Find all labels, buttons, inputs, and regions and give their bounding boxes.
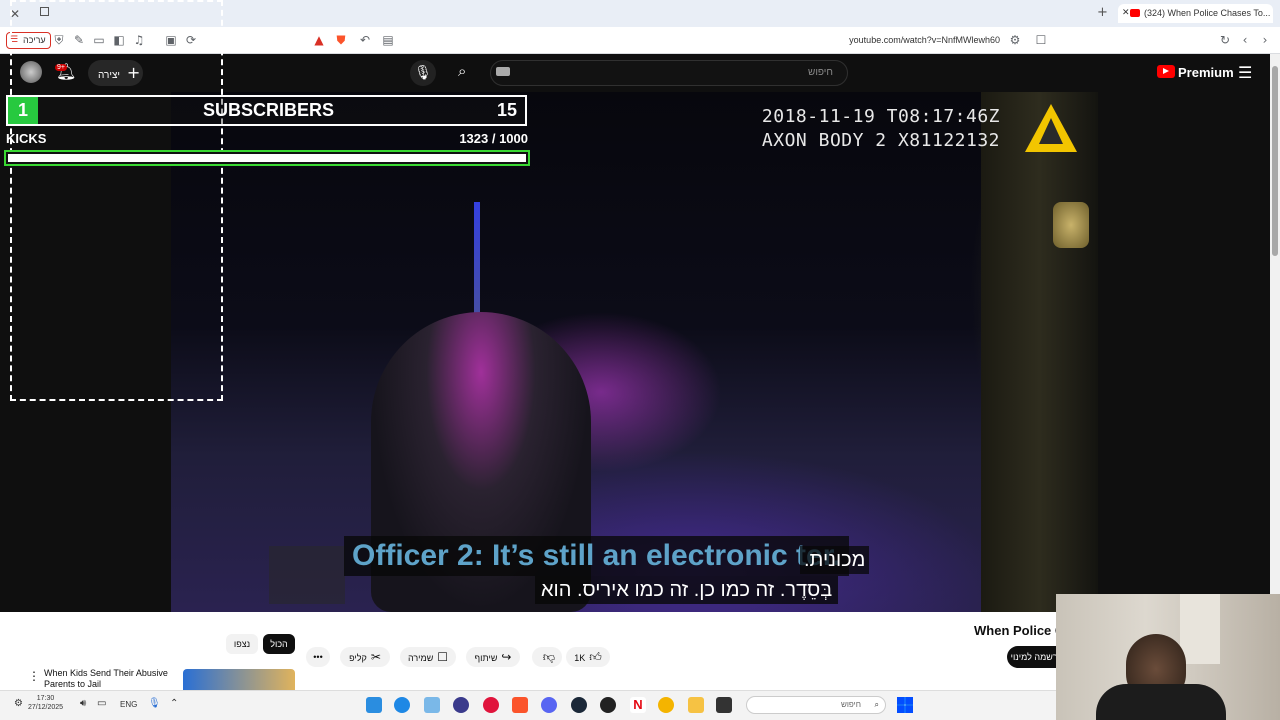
timestamp-line2: AXON BODY 2 X81122132 bbox=[761, 130, 1000, 151]
volume-icon[interactable]: 🔊︎ bbox=[80, 698, 86, 709]
youtube-logo[interactable] bbox=[1157, 65, 1175, 78]
scrollbar-thumb[interactable] bbox=[1272, 66, 1278, 256]
kicks-count: 1323 / 1000 bbox=[459, 131, 528, 146]
save-button[interactable]: שמירה ☐ bbox=[400, 647, 456, 667]
youtube-favicon-icon bbox=[1130, 9, 1140, 17]
taskbar-terminal-icon[interactable] bbox=[716, 697, 732, 713]
reload-page-icon[interactable]: ↶ bbox=[358, 33, 372, 47]
clock-date: 27/12/2025 bbox=[28, 704, 64, 711]
taskbar-youtube-icon[interactable] bbox=[483, 697, 499, 713]
clip-label: קליפ bbox=[349, 653, 367, 663]
dislike-button[interactable]: 👎︎ bbox=[532, 647, 562, 667]
new-tab-icon[interactable]: + bbox=[1097, 5, 1108, 20]
subscribers-label: SUBSCRIBERS bbox=[202, 100, 335, 120]
mic-tray-icon[interactable]: 🎙︎ bbox=[148, 698, 161, 709]
video-player[interactable]: 2018-11-19 T08:17:46Z AXON BODY 2 X81122… bbox=[171, 92, 1098, 612]
recommendation-menu-icon[interactable]: ⋮ bbox=[28, 669, 40, 683]
back-icon[interactable]: ‹ bbox=[1238, 33, 1252, 47]
taskbar-folder-icon[interactable] bbox=[688, 697, 704, 713]
start-button-icon[interactable] bbox=[897, 697, 913, 713]
caption-background bbox=[269, 546, 345, 604]
taskbar-search-icon: ⌕ bbox=[874, 700, 879, 709]
webcam-shelf bbox=[1180, 594, 1220, 664]
webcam-feed bbox=[1056, 594, 1280, 720]
tab-current[interactable]: ✕ (324) When Police Chases To... bbox=[1118, 4, 1273, 23]
share-icon: ↪ bbox=[501, 650, 512, 664]
caption-english: Officer 2: It’s still an electronic ter. bbox=[344, 536, 850, 576]
timestamp-line1: 2018-11-19 T08:17:46Z bbox=[761, 106, 1000, 127]
taskbar-headphones-icon[interactable] bbox=[453, 697, 469, 713]
thumbs-down-icon: 👎︎ bbox=[542, 650, 556, 664]
caption-hebrew-line2: בְּסֵדֶר. זה כמו כן. זה כמו איריס. הוא bbox=[535, 576, 839, 604]
bookmark-save-icon: ☐ bbox=[437, 650, 449, 664]
clock-time: 17:30 bbox=[36, 695, 55, 702]
settings-tray-icon[interactable]: ⚙ bbox=[14, 698, 23, 709]
taskbar-paint-icon[interactable] bbox=[658, 697, 674, 713]
thumbs-up-icon: 👍︎ bbox=[589, 650, 602, 664]
bookmark-icon[interactable]: ☐ bbox=[1034, 33, 1048, 47]
search-icon[interactable]: ⌕ bbox=[458, 62, 466, 80]
taskbar-search-placeholder: חיפוש bbox=[841, 700, 861, 709]
menu-icon[interactable]: ☰ bbox=[1238, 63, 1252, 82]
caption-hebrew-line1: מכונית. bbox=[800, 546, 870, 574]
overlay-frame bbox=[10, 0, 223, 401]
bodycam-timestamp: 2018-11-19 T08:17:46Z AXON BODY 2 X81122… bbox=[755, 105, 1000, 153]
likes-count: 1K bbox=[574, 653, 586, 663]
kicks-progress-fill bbox=[8, 154, 526, 162]
clip-button[interactable]: קליפ ✂ bbox=[340, 647, 390, 667]
taskbar-brave-icon[interactable] bbox=[512, 697, 528, 713]
subscribers-current: 1 bbox=[8, 97, 38, 124]
taskbar-app-3-icon[interactable] bbox=[424, 697, 440, 713]
badge-icon bbox=[1053, 202, 1089, 248]
screenshot-icon[interactable]: ▤ bbox=[381, 33, 395, 47]
taskbar-steam-icon[interactable] bbox=[571, 697, 587, 713]
scissors-icon: ✂ bbox=[370, 650, 381, 664]
close-tab-icon[interactable]: ✕ bbox=[1122, 4, 1130, 23]
mic-icon[interactable]: 🎙︎ bbox=[410, 60, 436, 86]
taskbar-discord-icon[interactable] bbox=[541, 697, 557, 713]
play-icon bbox=[1163, 68, 1169, 74]
like-button[interactable]: 1K 👍︎ bbox=[566, 647, 610, 667]
warning-icon[interactable]: ▲ bbox=[312, 33, 326, 47]
filter-watched-chip[interactable]: נצפו bbox=[226, 634, 258, 654]
network-icon[interactable]: ▭ bbox=[97, 698, 106, 709]
subscriber-goal-bar: SUBSCRIBERS 1 15 bbox=[6, 95, 527, 126]
premium-label: Premium bbox=[1178, 65, 1234, 80]
search-input[interactable]: חיפוש bbox=[490, 60, 848, 86]
tab-title: (324) When Police Chases To... bbox=[1144, 8, 1271, 18]
axon-logo-icon bbox=[1025, 104, 1077, 152]
recommendation-title[interactable]: When Kids Send Their Abusive Parents to … bbox=[44, 668, 178, 690]
taskbar-app-1-icon[interactable] bbox=[366, 697, 382, 713]
more-actions-button[interactable]: ••• bbox=[306, 647, 330, 667]
kicks-label: KICKS bbox=[6, 131, 47, 146]
keyboard-icon[interactable] bbox=[496, 67, 510, 76]
filter-all-chip[interactable]: הכול bbox=[263, 634, 295, 654]
save-label: שמירה bbox=[407, 653, 434, 663]
taskbar-app-2-icon[interactable] bbox=[394, 697, 410, 713]
recommendation-thumbnail[interactable] bbox=[183, 669, 295, 690]
taskbar-netflix-icon[interactable]: N bbox=[630, 697, 646, 713]
reload-icon[interactable]: ↻ bbox=[1218, 33, 1232, 47]
share-button[interactable]: שיתוף ↪ bbox=[466, 647, 520, 667]
taskbar-chatgpt-icon[interactable] bbox=[600, 697, 616, 713]
site-settings-icon[interactable]: ⚙ bbox=[1008, 33, 1022, 47]
subscribers-goal: 15 bbox=[496, 100, 517, 120]
video-officer bbox=[981, 92, 1098, 612]
webcam-person-body bbox=[1096, 684, 1226, 720]
tray-chevron-icon[interactable]: ⌃ bbox=[170, 698, 178, 709]
taskbar-search[interactable]: חיפוש ⌕ bbox=[746, 696, 886, 714]
forward-icon[interactable]: › bbox=[1258, 33, 1272, 47]
language-indicator[interactable]: ENG bbox=[120, 700, 137, 709]
brave-shield-icon[interactable]: ⛊ bbox=[334, 33, 348, 47]
address-bar[interactable]: youtube.com/watch?v=NnfMWlewh60 bbox=[780, 35, 1000, 45]
video-title: When Police C bbox=[974, 623, 1065, 638]
clock[interactable]: 17:30 27/12/2025 bbox=[28, 694, 63, 712]
kicks-progress-bar bbox=[4, 150, 530, 166]
share-label: שיתוף bbox=[474, 653, 498, 663]
